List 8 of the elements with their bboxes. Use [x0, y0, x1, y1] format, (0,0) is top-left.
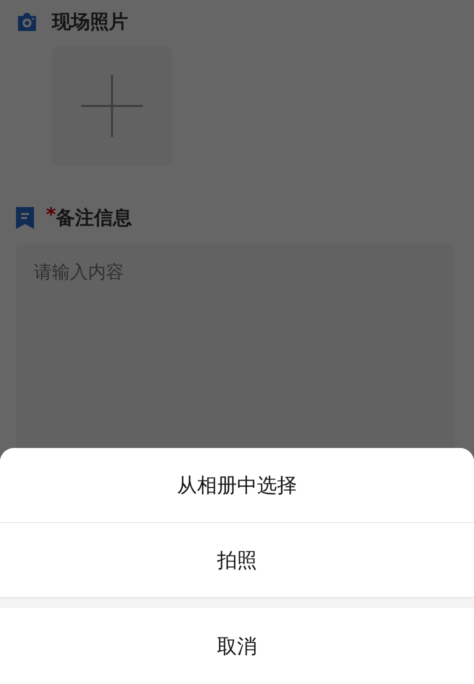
camera-icon [16, 12, 38, 32]
sheet-option[interactable]: 从相册中选择 [0, 448, 474, 523]
required-mark: * [46, 204, 56, 226]
section-title: 备注信息 [56, 206, 132, 231]
section-title: 现场照片 [52, 10, 128, 35]
add-photo-button[interactable] [52, 46, 172, 166]
plus-icon [81, 75, 143, 137]
bookmark-icon [16, 207, 34, 229]
